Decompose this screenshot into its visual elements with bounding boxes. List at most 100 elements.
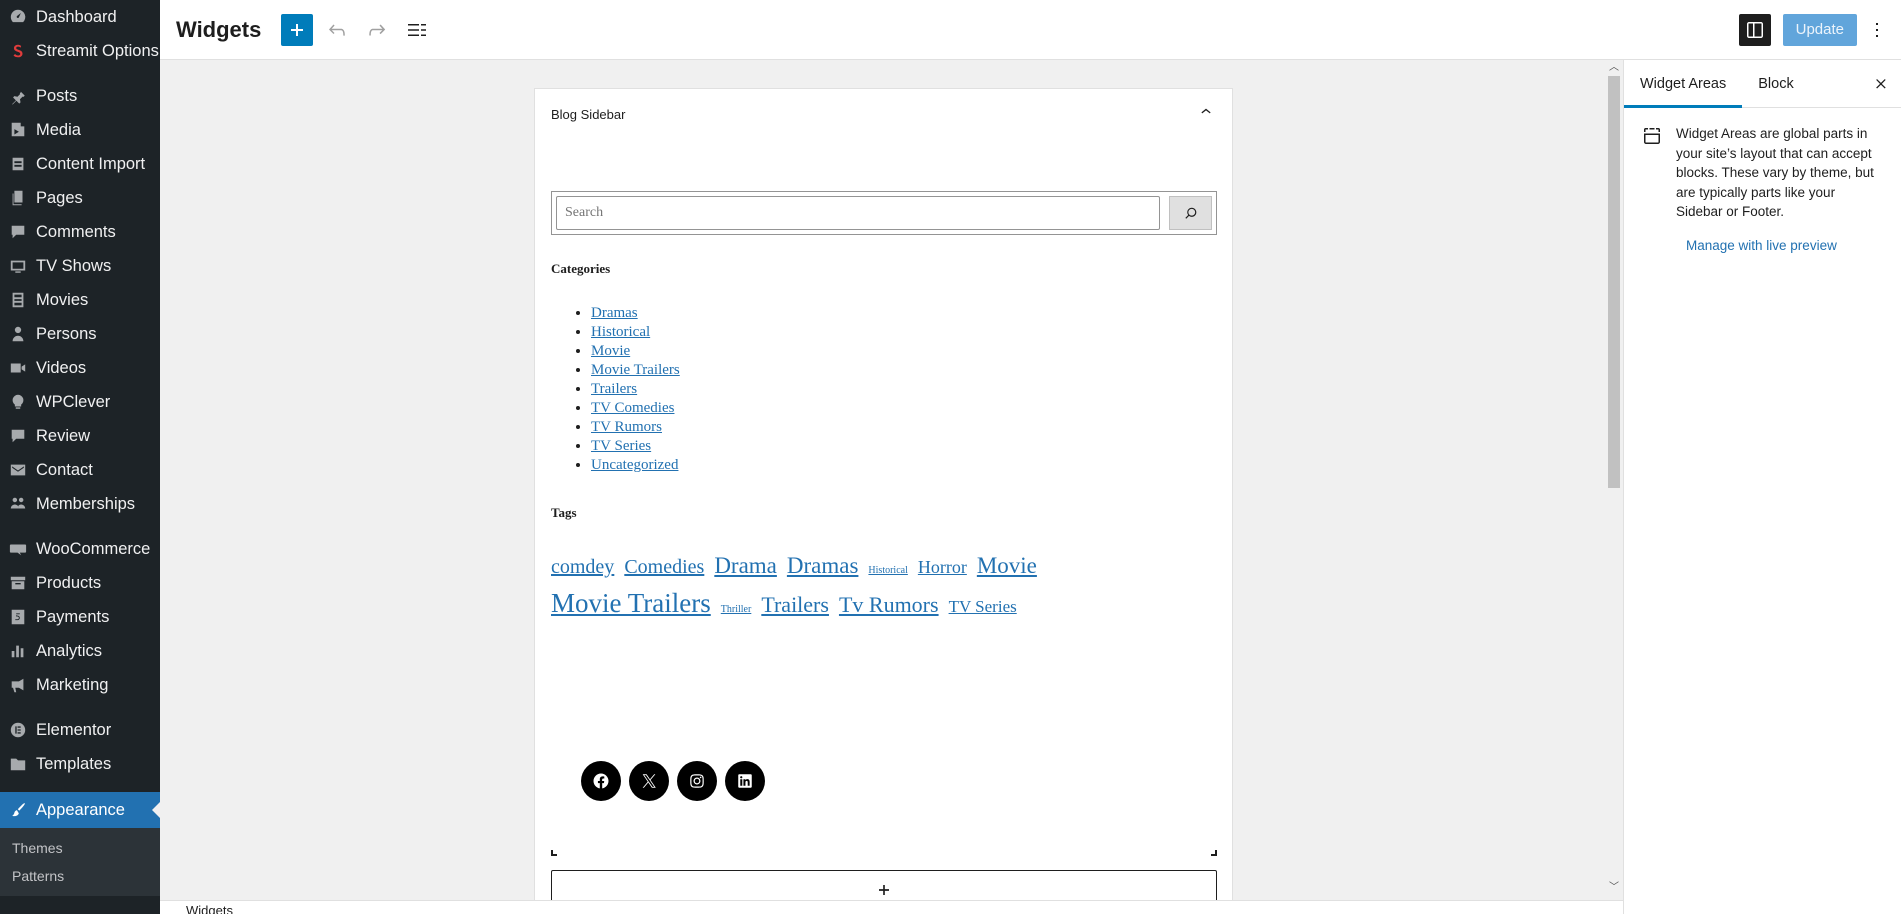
search-input[interactable] [556,196,1160,230]
category-list-item: Historical [591,323,680,342]
sidebar-item-persons[interactable]: Persons [0,317,160,351]
tag-link[interactable]: Movie Trailers [551,588,711,618]
sidebar-item-streamit-options[interactable]: Streamit Options [0,34,160,68]
options-button[interactable] [1865,14,1889,46]
woo-icon [8,539,28,559]
tag-link[interactable]: Comedies [624,556,704,578]
category-list-item: Uncategorized [591,456,680,475]
collapse-button[interactable] [1196,102,1216,127]
submenu-item-themes[interactable]: Themes [0,834,160,862]
sidebar-item-content-import[interactable]: Content Import [0,147,160,181]
canvas-scrollbar[interactable]: ︿ ﹀ [1605,60,1623,900]
sidebar-item-payments[interactable]: Payments [0,600,160,634]
breadcrumb[interactable]: Widgets [186,903,233,914]
tag-link[interactable]: Horror [918,557,967,577]
more-vertical-icon [1876,22,1878,37]
add-block-button[interactable] [281,13,314,46]
tag-link[interactable]: Movie [977,553,1037,578]
panel-tabs: Widget Areas Block [1624,60,1901,108]
category-list-item: TV Comedies [591,399,680,418]
close-icon [1876,79,1886,89]
category-link[interactable]: Movie Trailers [591,362,680,378]
sidebar-item-label: WooCommerce [36,539,151,558]
category-link[interactable]: TV Rumors [591,419,662,435]
sidebar-item-label: Elementor [36,720,112,739]
submenu-item-patterns[interactable]: Patterns [0,862,160,890]
tag-link[interactable]: Trailers [761,592,829,617]
megaphone-icon [8,675,28,695]
tag-link[interactable]: Tv Rumors [839,592,939,617]
person-icon [8,324,28,344]
scroll-thumb[interactable] [1608,76,1620,488]
redo-button[interactable] [361,14,393,46]
add-block-appender[interactable] [551,870,1217,900]
sidebar-item-appearance[interactable]: Appearance [0,792,160,828]
sidebar-item-memberships[interactable]: Memberships [0,487,160,521]
content-import-icon [8,154,28,174]
block-corner-marker [1211,850,1217,856]
settings-toggle-button[interactable] [1738,13,1771,46]
category-list-item: TV Rumors [591,418,680,437]
chevron-up-icon [1201,108,1211,113]
sidebar-item-wpclever[interactable]: WPClever [0,385,160,419]
manage-live-preview-link[interactable]: Manage with live preview [1686,238,1901,253]
payments-icon [8,607,28,627]
category-link[interactable]: Uncategorized [591,457,678,473]
widgets-canvas: Blog Sidebar Categories Dramas Historical… [160,60,1623,900]
scroll-down-arrow[interactable]: ﹀ [1608,882,1620,894]
x-link[interactable] [629,761,669,801]
document-overview-button[interactable] [401,14,433,46]
sidebar-item-pages[interactable]: Pages [0,181,160,215]
sidebar-item-comments[interactable]: Comments [0,215,160,249]
sidebar-item-label: Products [36,573,102,592]
tab-block[interactable]: Block [1742,60,1809,107]
instagram-link[interactable] [677,761,717,801]
scroll-up-arrow[interactable]: ︿ [1608,62,1620,74]
undo-button[interactable] [321,14,353,46]
category-link[interactable]: Trailers [591,381,637,397]
footer-bar: Widgets [160,900,1623,914]
sidebar-item-products[interactable]: Products [0,566,160,600]
tab-widget-areas[interactable]: Widget Areas [1624,60,1743,108]
sidebar-item-review[interactable]: Review [0,419,160,453]
widget-area-header[interactable]: Blog Sidebar [535,89,1232,139]
tag-link[interactable]: Thriller [721,604,752,615]
category-link[interactable]: Dramas [591,305,638,321]
tag-link[interactable]: Drama [714,553,777,578]
sidebar-item-tv-shows[interactable]: TV Shows [0,249,160,283]
facebook-link[interactable] [581,761,621,801]
list-view-icon [408,23,427,36]
category-link[interactable]: Historical [591,324,650,340]
sidebar-item-analytics[interactable]: Analytics [0,634,160,668]
sidebar-item-templates[interactable]: Templates [0,747,160,781]
sidebar-item-woocommerce[interactable]: WooCommerce [0,532,160,566]
linkedin-link[interactable] [725,761,765,801]
sidebar-item-movies[interactable]: Movies [0,283,160,317]
tag-link[interactable]: Dramas [787,553,859,578]
category-link[interactable]: TV Comedies [591,400,674,416]
close-panel-button[interactable] [1871,74,1891,94]
appearance-submenu: Themes Patterns [0,828,160,896]
category-link[interactable]: Movie [591,343,630,359]
sidebar-item-contact[interactable]: Contact [0,453,160,487]
sidebar-item-elementor[interactable]: Elementor [0,713,160,747]
category-link[interactable]: TV Series [591,438,651,454]
page-title: Widgets [176,16,262,42]
x-icon [642,774,656,788]
widget-areas-description: Widget Areas are global parts in your si… [1676,126,1874,219]
sidebar-item-media[interactable]: Media [0,113,160,147]
sidebar-item-posts[interactable]: Posts [0,79,160,113]
sidebar-item-videos[interactable]: Videos [0,351,160,385]
tag-link[interactable]: Historical [868,565,907,576]
linkedin-icon [738,774,752,788]
update-button[interactable]: Update [1782,13,1857,46]
tag-link[interactable]: comdey [551,556,614,578]
sidebar-item-marketing[interactable]: Marketing [0,668,160,702]
sidebar-item-dashboard[interactable]: Dashboard [0,0,160,34]
film-icon [8,290,28,310]
sidebar-item-label: Analytics [36,641,103,660]
media-icon [8,120,28,140]
tag-link[interactable]: TV Series [949,597,1017,616]
search-button[interactable] [1169,196,1212,230]
sidebar-item-label: Contact [36,460,93,479]
